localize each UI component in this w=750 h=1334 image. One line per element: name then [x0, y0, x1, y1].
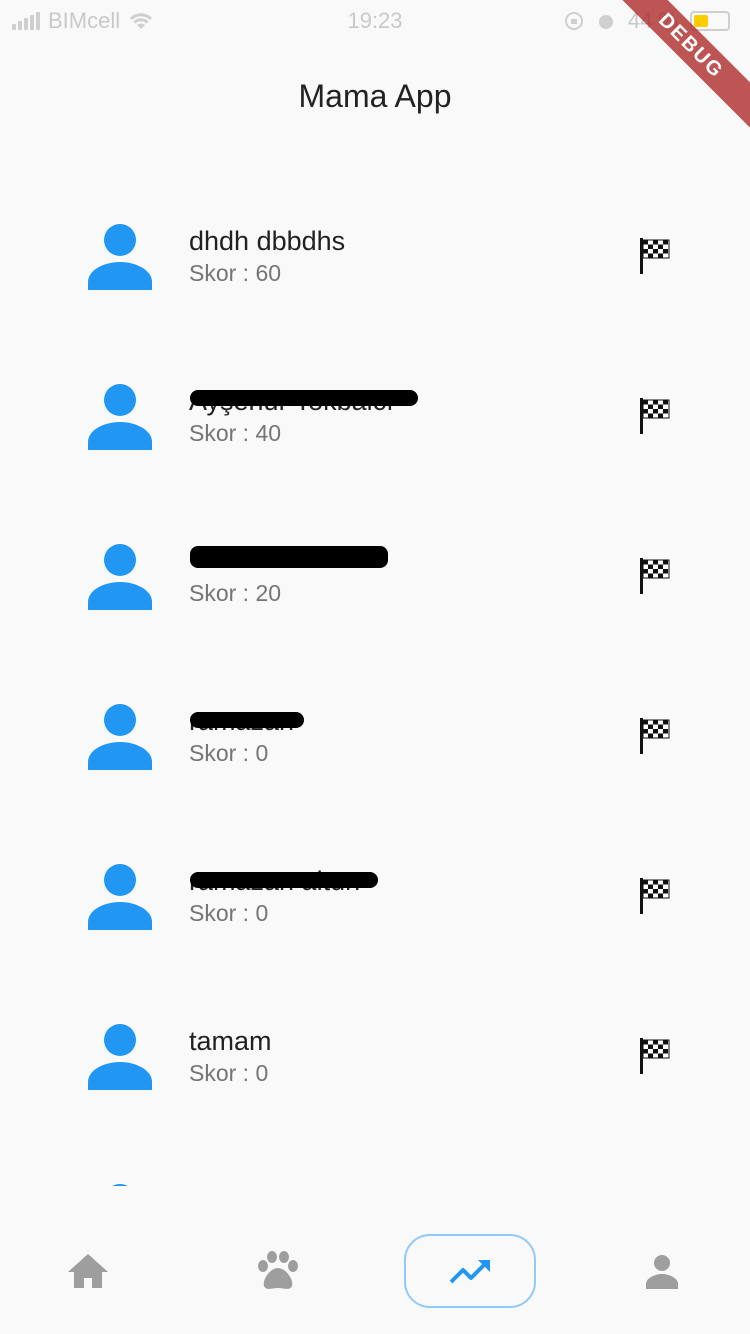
- user-list-item[interactable]: dhdh dbbdhs Skor : 60: [0, 160, 750, 320]
- user-score: Skor : 0: [189, 1060, 269, 1086]
- battery-percent: 44 %: [627, 8, 678, 33]
- checkered-flag-icon[interactable]: [640, 1038, 672, 1074]
- redaction-mark: [190, 712, 304, 728]
- status-right: 44 %: [564, 8, 730, 34]
- user-list-item[interactable]: Skor : 20: [0, 480, 750, 640]
- nav-home[interactable]: [22, 1234, 154, 1308]
- checkered-flag-icon[interactable]: [640, 398, 672, 434]
- nav-pets[interactable]: [212, 1234, 344, 1308]
- user-list-item[interactable]: [0, 1120, 750, 1186]
- person-avatar-icon: [88, 224, 152, 290]
- checkered-flag-icon[interactable]: [640, 558, 672, 594]
- user-score: Skor : 0: [189, 900, 269, 926]
- battery-icon: [690, 11, 730, 31]
- user-name: tamam: [189, 1026, 272, 1056]
- status-bar: BIMcell 19:23 44 %: [0, 0, 750, 40]
- user-list-item[interactable]: tamam Skor : 0: [0, 960, 750, 1120]
- person-avatar-icon: [88, 1024, 152, 1090]
- person-avatar-icon: [88, 704, 152, 770]
- checkered-flag-icon[interactable]: [640, 238, 672, 274]
- alarm-icon: [598, 15, 613, 29]
- user-list[interactable]: dhdh dbbdhs Skor : 60 Ayşenur Tokbalcı S…: [0, 160, 750, 1186]
- nav-trending[interactable]: [404, 1234, 536, 1308]
- app-title: Mama App: [298, 78, 452, 114]
- bottom-navigation: [0, 1186, 750, 1334]
- redaction-mark: [190, 546, 388, 568]
- user-list-item[interactable]: ramazan altun Skor : 0: [0, 800, 750, 960]
- user-list-item[interactable]: Ayşenur Tokbalcı Skor : 40: [0, 320, 750, 480]
- checkered-flag-icon[interactable]: [640, 878, 672, 914]
- trending-up-icon: [449, 1260, 490, 1284]
- nav-profile[interactable]: [596, 1234, 728, 1308]
- user-score: Skor : 60: [189, 260, 282, 286]
- person-icon: [646, 1255, 678, 1289]
- person-avatar-icon: [88, 544, 152, 610]
- user-score: Skor : 20: [189, 580, 282, 606]
- user-score: Skor : 0: [189, 740, 269, 766]
- checkered-flag-icon[interactable]: [640, 718, 672, 754]
- redaction-mark: [190, 390, 418, 406]
- person-avatar-icon: [88, 384, 152, 450]
- paw-icon: [258, 1251, 298, 1289]
- redaction-mark: [190, 872, 378, 888]
- user-list-item[interactable]: ramazan Skor : 0: [0, 640, 750, 800]
- lock-rotation-icon: [564, 12, 583, 30]
- user-score: Skor : 40: [189, 420, 282, 446]
- user-name: dhdh dbbdhs: [189, 226, 346, 256]
- person-avatar-icon: [88, 864, 152, 930]
- home-icon: [68, 1254, 108, 1288]
